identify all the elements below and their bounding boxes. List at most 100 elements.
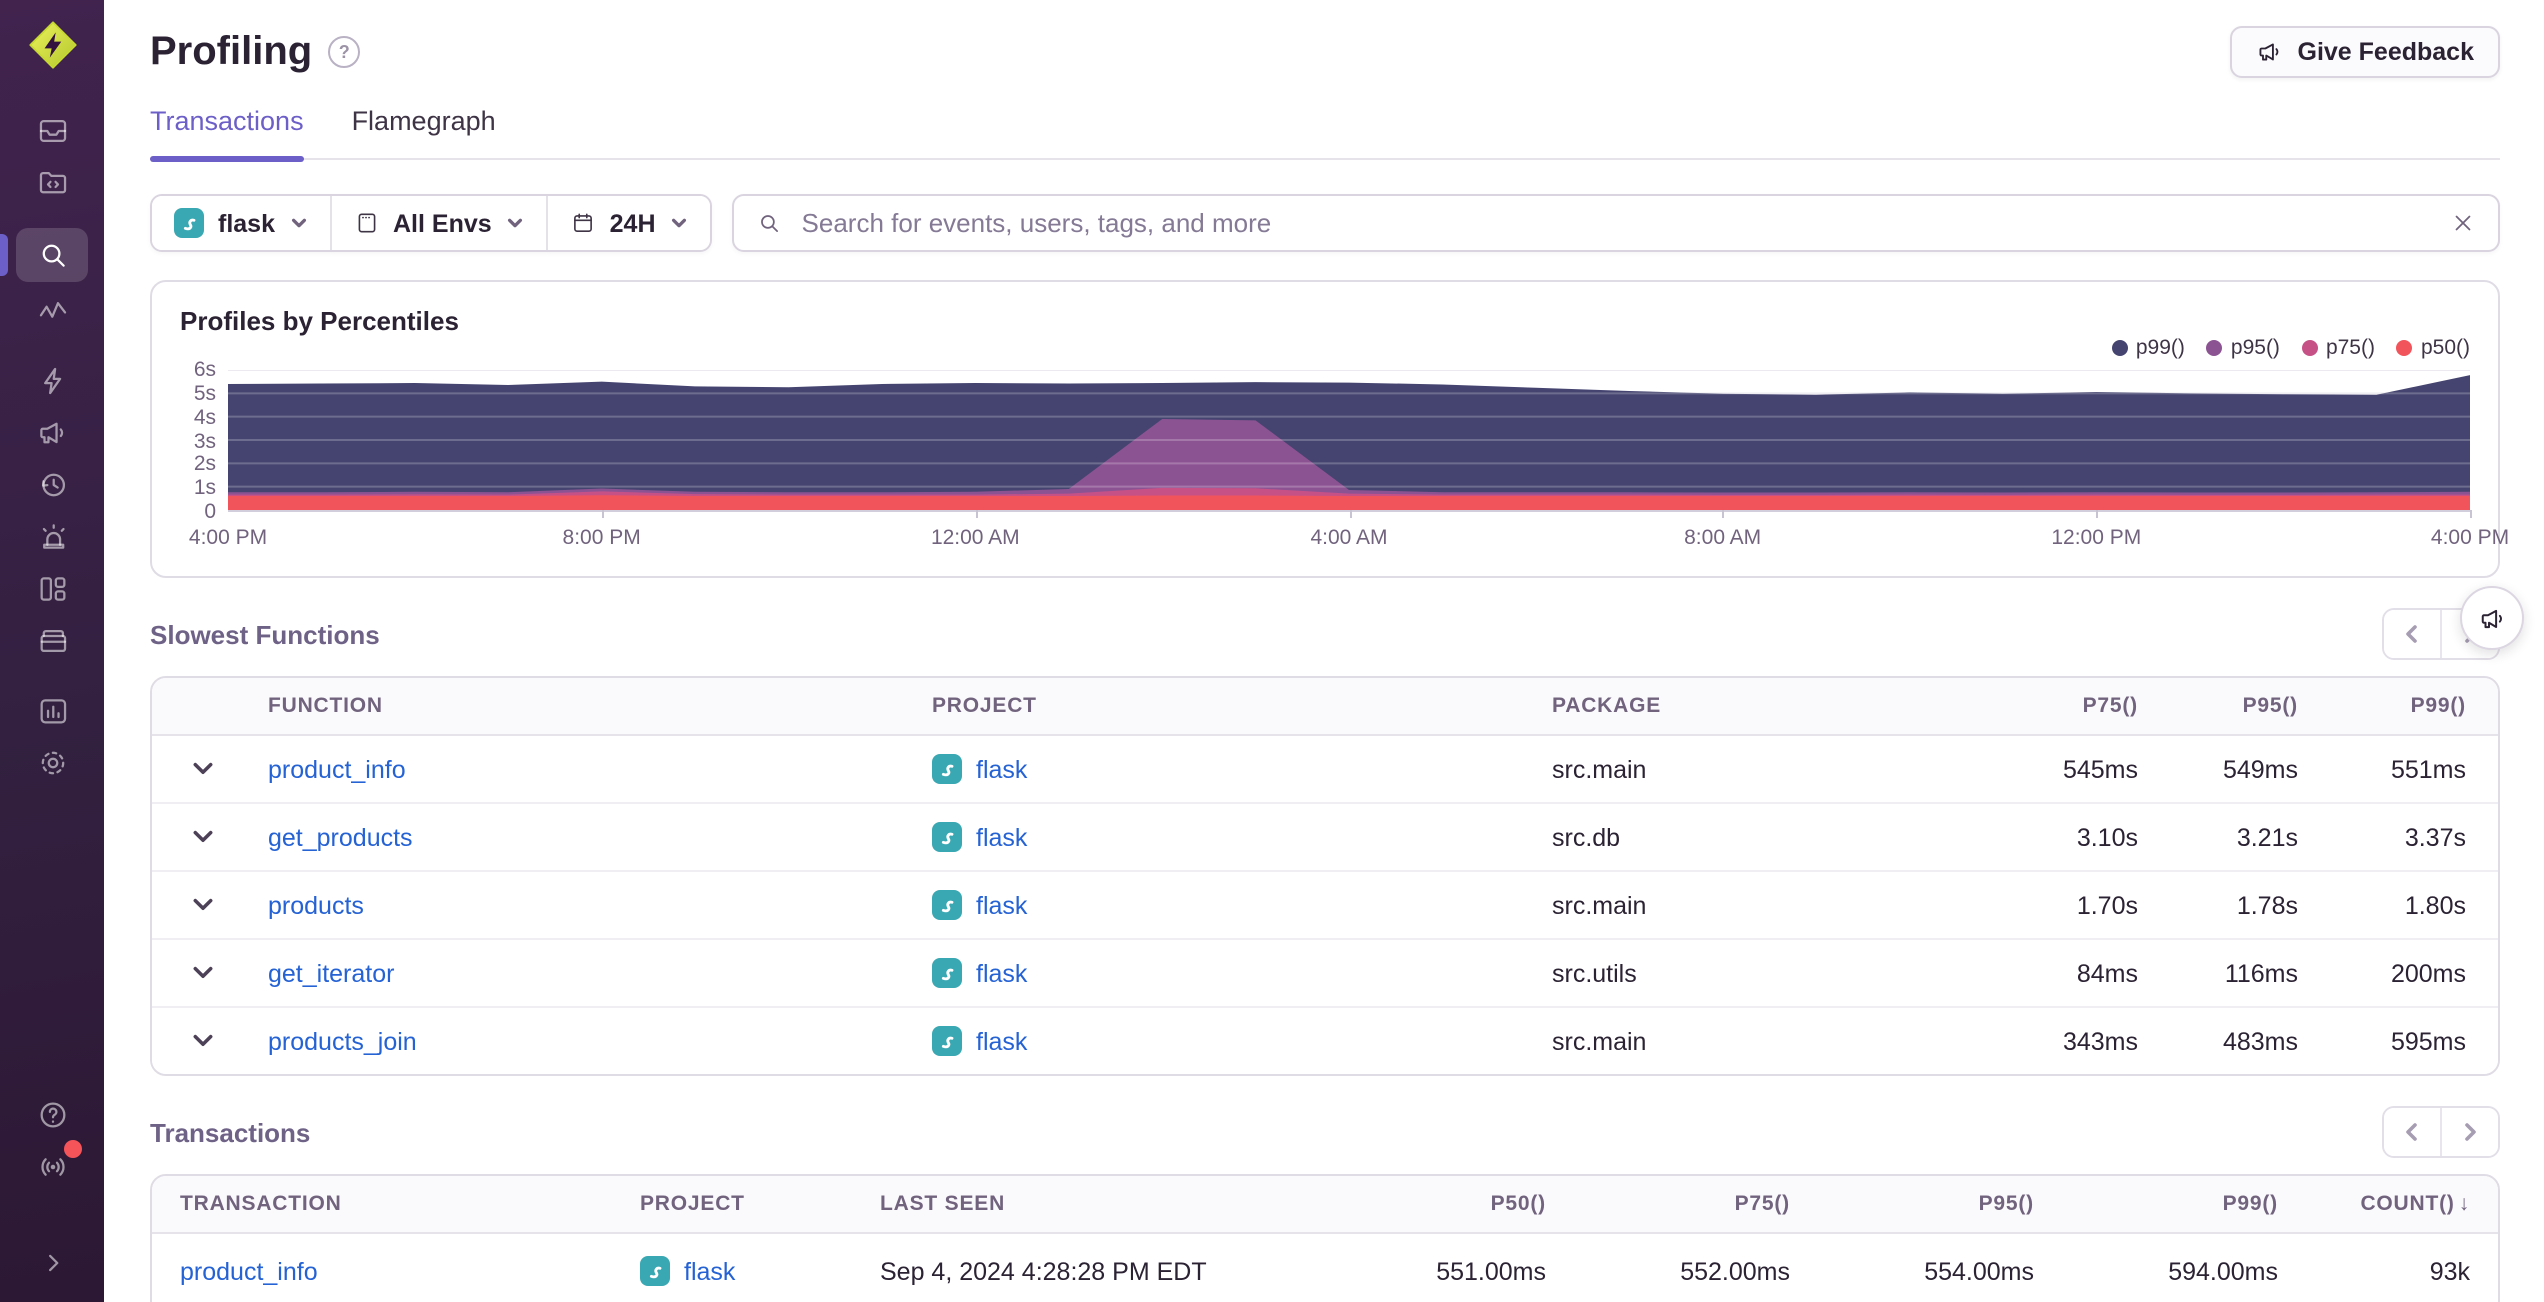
whats-new-icon[interactable] <box>16 1140 88 1190</box>
tab-bar: Transactions Flamegraph <box>150 106 2500 162</box>
legend-dot <box>2206 340 2223 356</box>
slowest-functions-title: Slowest Functions <box>150 619 380 649</box>
page-help-icon[interactable] <box>328 36 361 68</box>
package-name: src.main <box>1552 1027 1647 1055</box>
project-link[interactable]: flask <box>976 755 1027 783</box>
expand-function-button[interactable] <box>152 1030 244 1052</box>
p75-value: 84ms <box>2076 959 2138 987</box>
column-p99: P99() <box>2410 694 2466 718</box>
sidebar-item-projects[interactable] <box>16 158 88 206</box>
chevron-down-icon <box>290 218 306 228</box>
tab-transactions[interactable]: Transactions <box>150 106 304 162</box>
search-bar <box>731 194 2500 252</box>
p75-value: 3.10s <box>2076 823 2138 851</box>
environment-icon <box>357 213 375 233</box>
project-link[interactable]: flask <box>684 1257 735 1285</box>
percentiles-area-chart[interactable] <box>228 370 2472 518</box>
previous-page-button[interactable] <box>2384 610 2440 658</box>
project-link[interactable]: flask <box>976 959 1027 987</box>
sidebar-item-replays[interactable] <box>16 460 88 508</box>
function-link[interactable]: products <box>268 891 364 919</box>
transactions-table: TRANSACTION PROJECT LAST SEEN P50() P75(… <box>150 1174 2500 1302</box>
expand-function-button[interactable] <box>152 962 244 984</box>
previous-page-button[interactable] <box>2384 1108 2440 1156</box>
p75-value: 545ms <box>2062 755 2138 783</box>
sidebar-item-alerts[interactable] <box>16 512 88 560</box>
transactions-table-header: TRANSACTION PROJECT LAST SEEN P50() P75(… <box>152 1176 2498 1234</box>
chevron-down-icon <box>192 1034 212 1047</box>
chevron-down-icon <box>671 218 686 228</box>
chevron-down-icon <box>192 898 212 911</box>
column-project: PROJECT <box>932 694 1037 718</box>
flask-project-icon <box>932 890 962 920</box>
x-tick-label: 8:00 PM <box>562 526 641 550</box>
column-count-sort[interactable]: COUNT() ↓ <box>2278 1192 2470 1216</box>
legend-item-p50[interactable]: p50() <box>2396 336 2470 360</box>
feedback-widget-button[interactable] <box>2460 586 2524 650</box>
column-transaction: TRANSACTION <box>180 1192 342 1216</box>
filter-bar: flask All Envs 24H <box>150 194 2500 252</box>
sidebar-item-dashboards[interactable] <box>16 564 88 612</box>
x-tick-label: 12:00 AM <box>930 526 1020 550</box>
function-link[interactable]: get_products <box>268 823 413 851</box>
expand-function-button[interactable] <box>152 826 244 848</box>
sidebar-item-releases[interactable] <box>16 616 88 664</box>
expand-function-button[interactable] <box>152 758 244 780</box>
legend-item-p95[interactable]: p95() <box>2206 336 2280 360</box>
sentry-logo[interactable] <box>25 18 79 72</box>
project-link[interactable]: flask <box>976 823 1027 851</box>
p75-value: 1.70s <box>2076 891 2138 919</box>
transaction-link[interactable]: product_info <box>180 1257 318 1285</box>
package-name: src.db <box>1552 823 1621 851</box>
chevron-down-icon <box>507 218 522 228</box>
legend-item-p99[interactable]: p99() <box>2111 336 2185 360</box>
legend-dot <box>2396 340 2413 356</box>
project-filter-label: flask <box>218 209 275 237</box>
sidebar-item-explore[interactable] <box>0 228 88 282</box>
sidebar-item-user-feedback[interactable] <box>16 408 88 456</box>
y-tick-label: 3s <box>193 429 216 453</box>
project-link[interactable]: flask <box>976 891 1027 919</box>
slowest-functions-table: FUNCTION PROJECT PACKAGE P75() P95() P99… <box>150 676 2500 1076</box>
search-input[interactable] <box>797 206 2434 240</box>
environment-filter-button[interactable]: All Envs <box>331 196 548 250</box>
search-icon <box>760 215 778 232</box>
p99-value: 3.37s <box>2404 823 2466 851</box>
expand-function-button[interactable] <box>152 894 244 916</box>
x-tick-mark <box>1722 510 1725 518</box>
page-title: Profiling <box>150 29 313 73</box>
x-tick-label: 4:00 PM <box>2430 526 2510 550</box>
column-p95: P95() <box>2242 694 2298 718</box>
y-tick-label: 2s <box>193 452 216 477</box>
chevron-down-icon <box>192 762 212 775</box>
p99-value: 595ms <box>2390 1027 2466 1055</box>
y-tick-label: 4s <box>193 405 216 430</box>
flask-project-icon <box>932 1026 962 1056</box>
project-link[interactable]: flask <box>976 1027 1027 1055</box>
sidebar-item-insights[interactable] <box>16 356 88 404</box>
chart-legend: p99() p95() p75() p50() <box>2111 336 2470 360</box>
give-feedback-button[interactable]: Give Feedback <box>2229 26 2500 78</box>
function-link[interactable]: products_join <box>268 1027 417 1055</box>
date-range-filter-button[interactable]: 24H <box>547 196 710 250</box>
chart-x-axis: 4:00 PM 8:00 PM 12:00 AM 4:00 AM 8:00 AM 12:0… <box>189 526 2509 556</box>
clear-search-button[interactable] <box>2450 210 2476 236</box>
sidebar-item-settings[interactable] <box>16 738 88 786</box>
sidebar-item-traces[interactable] <box>16 286 88 334</box>
legend-item-p75[interactable]: p75() <box>2301 336 2375 360</box>
project-filter-button[interactable]: flask <box>152 196 331 250</box>
calendar-icon <box>573 213 592 232</box>
tab-flamegraph[interactable]: Flamegraph <box>352 106 496 158</box>
column-p75: P75() <box>2082 694 2138 718</box>
column-package: PACKAGE <box>1552 694 1662 718</box>
column-p99: P99() <box>2222 1192 2278 1216</box>
sidebar-collapse-button[interactable] <box>16 1238 88 1286</box>
y-tick-label: 5s <box>193 381 216 406</box>
sidebar-item-issues[interactable] <box>16 106 88 154</box>
next-page-button[interactable] <box>2440 1108 2498 1156</box>
slowest-functions-table-body: product_info flask src.main 545ms 549ms … <box>152 736 2498 1074</box>
function-link[interactable]: product_info <box>268 755 406 783</box>
function-link[interactable]: get_iterator <box>268 959 394 987</box>
help-icon[interactable] <box>16 1090 88 1138</box>
sidebar-item-stats[interactable] <box>16 686 88 734</box>
